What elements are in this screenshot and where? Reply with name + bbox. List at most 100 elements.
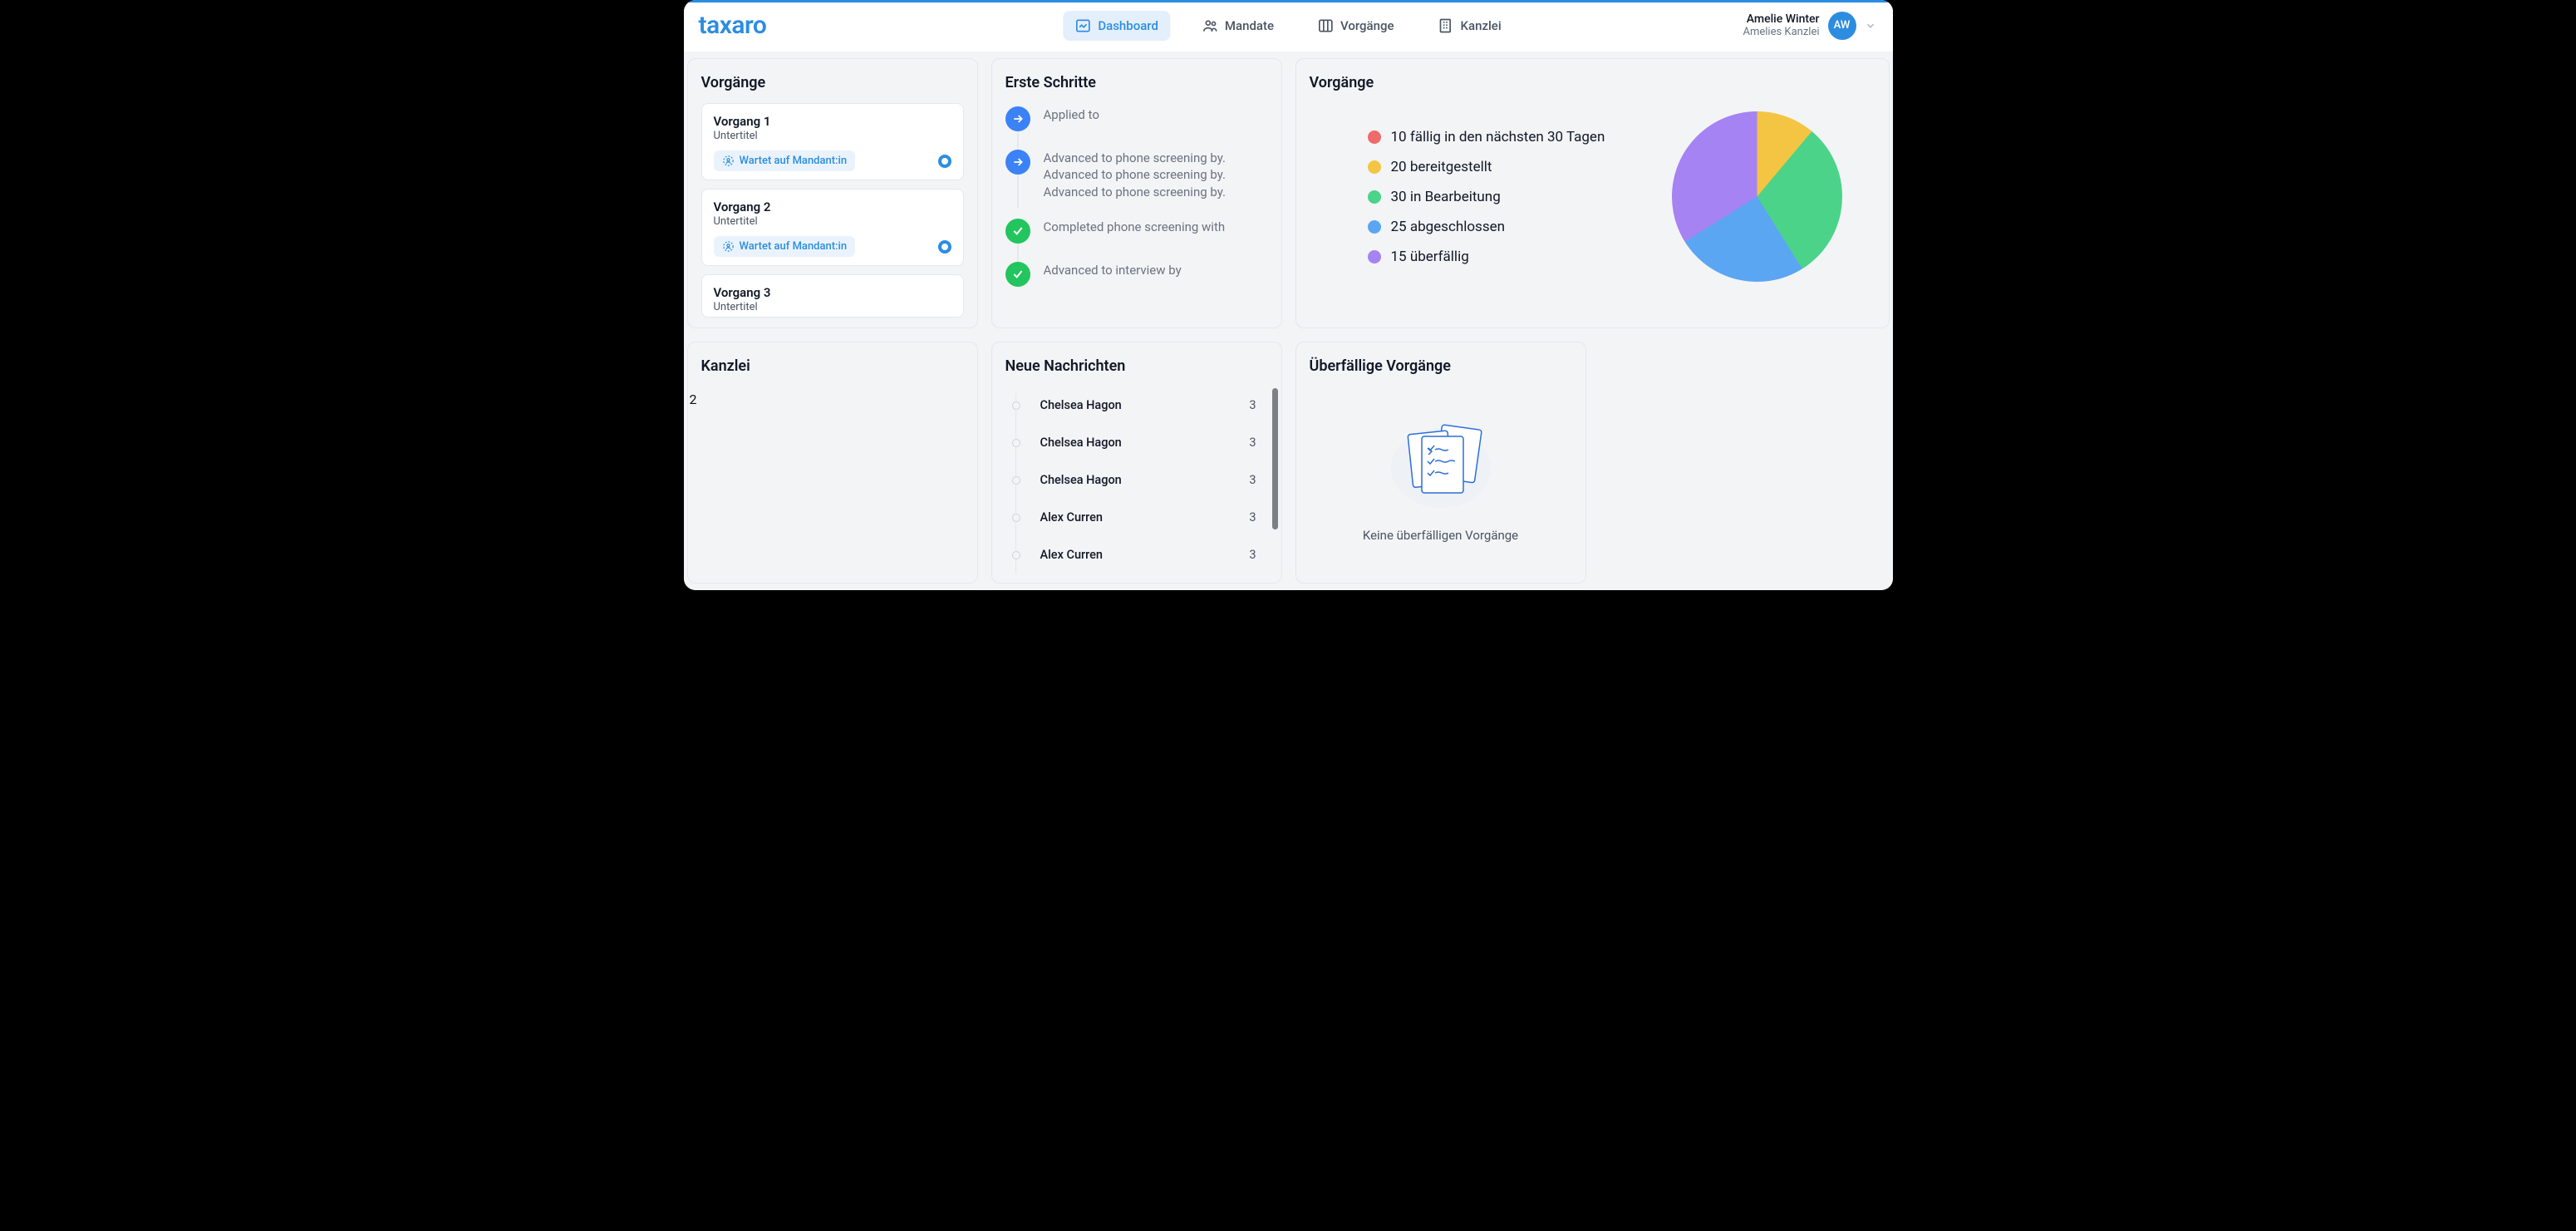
scrollbar-thumb[interactable]: [1272, 388, 1278, 529]
timeline-text: Advanced to interview by: [1044, 262, 1182, 278]
legend-dot: [1368, 190, 1381, 204]
legend-item: 15 überfällig: [1368, 249, 1605, 265]
dashboard-grid: Vorgänge Vorgang 1 Untertitel Wartet auf…: [684, 52, 1893, 590]
card-overdue-title: Überfällige Vorgänge: [1310, 357, 1572, 375]
avatar: AW: [1828, 12, 1856, 40]
bullet-icon: [1012, 514, 1020, 522]
nav-dashboard[interactable]: Dashboard: [1063, 11, 1170, 41]
app-window: taxaro Dashboard Mandate Vorgänge Kanzle…: [684, 0, 1893, 590]
process-item[interactable]: Vorgang 2 Untertitel Wartet auf Mandant:…: [701, 189, 964, 266]
message-count: 3: [1249, 510, 1256, 524]
bullet-icon: [1012, 401, 1020, 410]
waiting-icon: [722, 240, 735, 253]
arrow-icon: [1005, 106, 1030, 131]
user-name: Amelie Winter: [1743, 12, 1820, 26]
message-item[interactable]: Chelsea Hagon 3: [1005, 461, 1268, 499]
legend-dot: [1368, 130, 1381, 144]
card-first-steps-title: Erste Schritte: [1005, 74, 1268, 91]
timeline-text: Advanced to phone screening by. Advanced…: [1044, 150, 1226, 200]
nav-kanzlei-label: Kanzlei: [1461, 18, 1502, 33]
columns-icon: [1317, 17, 1334, 34]
building-icon: [1438, 17, 1454, 34]
bullet-icon: [1012, 551, 1020, 559]
timeline-text: Completed phone screening with: [1044, 219, 1226, 235]
header: taxaro Dashboard Mandate Vorgänge Kanzle…: [684, 2, 1893, 52]
card-pie-title: Vorgänge: [1310, 74, 1875, 91]
process-item[interactable]: Vorgang 1 Untertitel Wartet auf Mandant:…: [701, 103, 964, 180]
message-sender: Chelsea Hagon: [1040, 398, 1236, 412]
message-list: Chelsea Hagon 3 Chelsea Hagon 3 Chelsea …: [1005, 387, 1268, 574]
message-count: 3: [1249, 548, 1256, 562]
message-item[interactable]: Alex Curren 3: [1005, 536, 1268, 574]
timeline-text: Applied to: [1044, 106, 1099, 123]
timeline-item: Applied to: [1005, 106, 1268, 131]
status-label: Wartet auf Mandant:in: [740, 155, 848, 167]
message-sender: Chelsea Hagon: [1040, 473, 1236, 487]
pie-chart: [1672, 111, 1842, 282]
message-count: 3: [1249, 436, 1256, 450]
message-count: 3: [1249, 473, 1256, 487]
legend-dot: [1368, 250, 1381, 263]
message-count: 3: [1249, 398, 1256, 412]
waiting-icon: [722, 155, 735, 167]
timeline-item: Completed phone screening with: [1005, 219, 1268, 244]
nav-kanzlei[interactable]: Kanzlei: [1426, 11, 1513, 41]
check-icon: [1005, 219, 1030, 244]
nav-mandate-label: Mandate: [1225, 18, 1274, 33]
nav-mandate[interactable]: Mandate: [1190, 11, 1286, 41]
card-overdue: Überfällige Vorgänge: [1295, 342, 1586, 583]
user-sub: Amelies Kanzlei: [1743, 26, 1820, 38]
message-item[interactable]: Chelsea Hagon 3: [1005, 387, 1268, 424]
card-processes-title: Vorgänge: [701, 74, 964, 91]
card-pie: Vorgänge 10 fällig in den nächsten 30 Ta…: [1295, 58, 1890, 328]
timeline: Applied to Advanced to phone screening b…: [1005, 106, 1268, 287]
main-nav: Dashboard Mandate Vorgänge Kanzlei: [1063, 11, 1512, 41]
process-subtitle: Untertitel: [714, 215, 951, 228]
card-messages-title: Neue Nachrichten: [1005, 357, 1268, 375]
legend-item: 25 abgeschlossen: [1368, 219, 1605, 235]
card-messages: Neue Nachrichten Chelsea Hagon 3 Chelsea…: [991, 342, 1282, 583]
status-label: Wartet auf Mandant:in: [740, 240, 848, 253]
radio-indicator[interactable]: [938, 240, 951, 254]
card-processes: Vorgänge Vorgang 1 Untertitel Wartet auf…: [687, 58, 978, 328]
timeline-item: Advanced to phone screening by. Advanced…: [1005, 150, 1268, 200]
nav-vorgaenge[interactable]: Vorgänge: [1305, 11, 1406, 41]
message-sender: Chelsea Hagon: [1040, 436, 1236, 450]
bullet-icon: [1012, 476, 1020, 485]
legend-item: 10 fällig in den nächsten 30 Tagen: [1368, 129, 1605, 145]
logo[interactable]: taxaro: [699, 11, 767, 40]
card-first-steps: Erste Schritte Applied to Advanced to ph…: [991, 58, 1282, 328]
process-title: Vorgang 1: [714, 114, 951, 129]
timeline-item: Advanced to interview by: [1005, 262, 1268, 287]
status-badge: Wartet auf Mandant:in: [714, 236, 856, 257]
legend-item: 20 bereitgestellt: [1368, 159, 1605, 175]
check-icon: [1005, 262, 1030, 287]
process-subtitle: Untertitel: [714, 301, 951, 313]
user-menu[interactable]: Amelie Winter Amelies Kanzlei AW: [1743, 12, 1876, 40]
arrow-icon: [1005, 150, 1030, 175]
user-text: Amelie Winter Amelies Kanzlei: [1743, 12, 1820, 38]
process-title: Vorgang 3: [714, 285, 951, 300]
nav-dashboard-label: Dashboard: [1098, 18, 1158, 33]
process-subtitle: Untertitel: [714, 130, 951, 142]
message-item[interactable]: Alex Curren 3: [1005, 499, 1268, 536]
chevron-down-icon: [1865, 20, 1876, 32]
status-badge: Wartet auf Mandant:in: [714, 150, 856, 171]
empty-state-text: Keine überfälligen Vorgänge: [1363, 528, 1518, 543]
pie-legend: 10 fällig in den nächsten 30 Tagen 20 be…: [1368, 129, 1605, 265]
people-icon: [1202, 17, 1218, 34]
legend-dot: [1368, 160, 1381, 174]
kanzlei-value: 2: [690, 391, 964, 407]
legend-dot: [1368, 220, 1381, 234]
message-item[interactable]: Chelsea Hagon 3: [1005, 424, 1268, 461]
process-title: Vorgang 2: [714, 199, 951, 214]
dashboard-icon: [1074, 17, 1091, 34]
process-item[interactable]: Vorgang 3 Untertitel: [701, 274, 964, 318]
message-sender: Alex Curren: [1040, 510, 1236, 524]
card-kanzlei: Kanzlei 2: [687, 342, 978, 583]
card-kanzlei-title: Kanzlei: [701, 357, 964, 375]
nav-vorgaenge-label: Vorgänge: [1340, 18, 1394, 33]
message-sender: Alex Curren: [1040, 548, 1236, 562]
empty-state-illustration: [1387, 411, 1495, 511]
radio-indicator[interactable]: [938, 155, 951, 168]
